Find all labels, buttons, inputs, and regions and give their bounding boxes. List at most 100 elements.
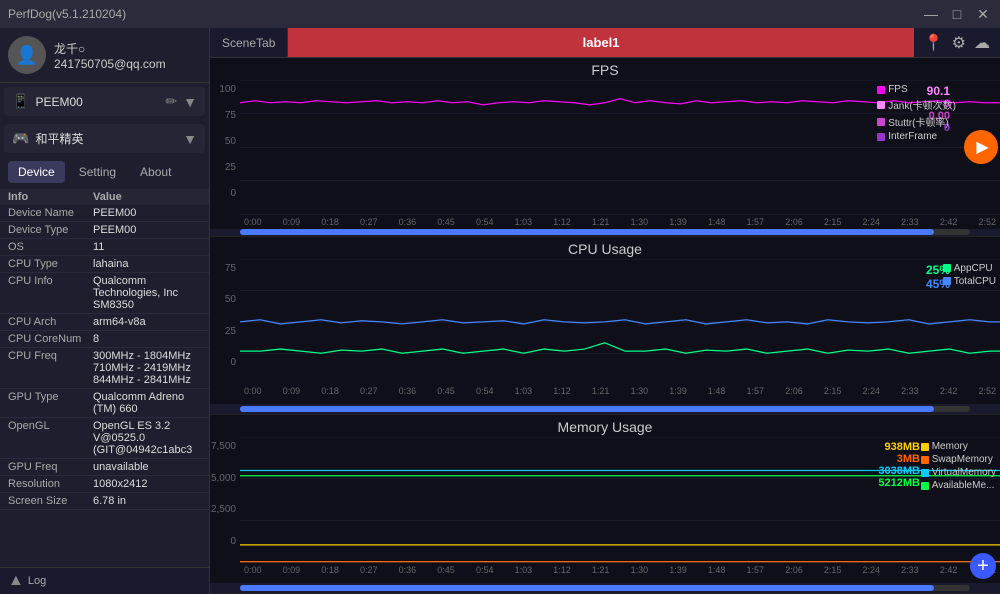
- fps-y-labels: 100 75 50 25 0: [210, 80, 240, 215]
- mem-legend-virtual: VirtualMemory: [921, 467, 996, 478]
- cloud-icon[interactable]: ☁: [974, 33, 990, 53]
- memory-x-labels: 0:000:090:180:270:360:450:541:031:121:21…: [240, 563, 1000, 577]
- device-edit-icon[interactable]: ✏: [165, 93, 177, 110]
- device-label: PEEM00: [35, 95, 159, 109]
- scene-tabbar: SceneTab label1 📍 ⚙ ☁: [210, 28, 1000, 58]
- location-icon[interactable]: 📍: [924, 33, 944, 53]
- game-dropdown-icon[interactable]: ▼: [183, 131, 197, 147]
- memory-canvas: 938MB 3MB 3038MB 5212MB Memory: [240, 437, 1000, 563]
- cpu-legend-total-dot: [943, 277, 951, 285]
- memory-scrollbar[interactable]: [210, 583, 1000, 593]
- value-col-header: Value: [93, 191, 122, 203]
- expand-icon[interactable]: ▲: [8, 572, 24, 590]
- cpu-legend-app-dot: [943, 264, 951, 272]
- device-icon: 📱: [12, 93, 29, 110]
- mem-val1: 938MB: [885, 441, 920, 453]
- titlebar: PerfDog(v5.1.210204) — □ ✕: [0, 0, 1000, 28]
- mem-val4: 5212MB: [878, 477, 920, 489]
- profile-email: 241750705@qq.com: [54, 57, 166, 71]
- log-label: Log: [28, 575, 46, 587]
- memory-y-labels: 7,500 5,000 2,500 0: [210, 437, 240, 563]
- cpu-chart-title: CPU Usage: [210, 237, 1000, 259]
- fps-canvas: ▶ 90.1 0 0,00 0 FP: [240, 80, 1000, 215]
- fps-legend-jank: Jank(卡顿次数): [877, 97, 956, 112]
- info-table: Info Value Device NamePEEM00Device TypeP…: [0, 187, 209, 567]
- titlebar-controls: — □ ✕: [922, 5, 992, 23]
- info-row: Device NamePEEM00: [0, 205, 209, 222]
- device-selector[interactable]: 📱 PEEM00 ✏ ▼: [4, 87, 205, 116]
- info-row: OS11: [0, 239, 209, 256]
- cpu-x-labels: 0:000:090:180:270:360:450:541:031:121:21…: [240, 384, 1000, 398]
- add-chart-button[interactable]: +: [970, 553, 996, 579]
- profile-name: 龙千○: [54, 40, 166, 57]
- info-row: OpenGLOpenGL ES 3.2 V@0525.0 (GIT@04942c…: [0, 418, 209, 459]
- fps-legend: FPS Jank(卡顿次数) Stuttr(卡顿率): [877, 84, 956, 142]
- info-row: CPU Freq300MHz - 1804MHz 710MHz - 2419MH…: [0, 348, 209, 389]
- fps-scrollbar-thumb[interactable]: [240, 229, 934, 235]
- tab-device[interactable]: Device: [8, 161, 65, 183]
- play-icon: ▶: [976, 137, 988, 157]
- main-layout: 👤 龙千○ 241750705@qq.com 📱 PEEM00 ✏ ▼ 🎮 和平…: [0, 28, 1000, 594]
- device-dropdown-icon[interactable]: ▼: [183, 94, 197, 110]
- content-area: SceneTab label1 📍 ⚙ ☁ FPS 100 75 50 25: [210, 28, 1000, 594]
- play-button[interactable]: ▶: [964, 130, 998, 164]
- memory-chart-section: Memory Usage 7,500 5,000 2,500 0: [210, 415, 1000, 594]
- fps-chart-section: FPS 100 75 50 25 0: [210, 58, 1000, 237]
- mem-legend-memory: Memory: [921, 441, 996, 452]
- fps-x-labels: 0:000:090:180:270:360:450:541:031:121:21…: [240, 215, 1000, 229]
- cpu-y-labels: 75 50 25 0: [210, 259, 240, 385]
- mem-legend-available-dot: [921, 482, 929, 490]
- info-row: GPU Frequnavailable: [0, 459, 209, 476]
- memory-current-values: 938MB 3MB 3038MB 5212MB: [878, 441, 920, 489]
- fps-scrollbar[interactable]: [210, 229, 1000, 236]
- cpu-scrollbar-thumb[interactable]: [240, 406, 934, 412]
- fps-x-axis: 0:000:090:180:270:360:450:541:031:121:21…: [210, 215, 1000, 229]
- minimize-button[interactable]: —: [922, 5, 940, 23]
- info-rows: Device NamePEEM00Device TypePEEM00OS11 CP…: [0, 205, 209, 510]
- cpu-chart-area: 75 50 25 0: [210, 259, 1000, 385]
- cpu-svg: [240, 259, 1000, 385]
- maximize-button[interactable]: □: [948, 5, 966, 23]
- memory-scrollbar-track: [240, 585, 970, 591]
- memory-legend: Memory SwapMemory VirtualMemory: [921, 441, 996, 491]
- sidebar: 👤 龙千○ 241750705@qq.com 📱 PEEM00 ✏ ▼ 🎮 和平…: [0, 28, 210, 594]
- settings-icon[interactable]: ⚙: [952, 33, 966, 53]
- game-icon: 🎮: [12, 130, 29, 147]
- cpu-legend: AppCPU TotalCPU: [943, 263, 996, 287]
- fps-legend-jank-dot: [877, 101, 885, 109]
- mem-legend-swap-dot: [921, 456, 929, 464]
- fps-legend-interframe-dot: [877, 133, 885, 141]
- memory-x-axis: 0:000:090:180:270:360:450:541:031:121:21…: [210, 563, 1000, 583]
- info-row: Resolution1080x2412: [0, 476, 209, 493]
- info-row: CPU InfoQualcomm Technologies, Inc SM835…: [0, 273, 209, 314]
- info-row: CPU Archarm64-v8a: [0, 314, 209, 331]
- app-title: PerfDog(v5.1.210204): [8, 7, 126, 21]
- cpu-legend-app: AppCPU: [943, 263, 996, 274]
- fps-legend-fps: FPS: [877, 84, 956, 95]
- mem-legend-swap: SwapMemory: [921, 454, 996, 465]
- profile-section: 👤 龙千○ 241750705@qq.com: [0, 28, 209, 83]
- cpu-canvas: 25% 45% AppCPU TotalCPU: [240, 259, 1000, 385]
- game-selector[interactable]: 🎮 和平精英 ▼: [4, 124, 205, 153]
- cpu-x-axis: 0:000:090:180:270:360:450:541:031:121:21…: [210, 384, 1000, 404]
- info-row: Screen Size6.78 in: [0, 493, 209, 510]
- close-button[interactable]: ✕: [974, 5, 992, 23]
- mem-val2: 3MB: [897, 453, 920, 465]
- fps-legend-fps-dot: [877, 86, 885, 94]
- fps-chart-title: FPS: [210, 58, 1000, 80]
- cpu-scrollbar[interactable]: [210, 404, 1000, 414]
- tab-about[interactable]: About: [130, 161, 181, 183]
- charts-container: FPS 100 75 50 25 0: [210, 58, 1000, 594]
- sidebar-tabs: Device Setting About: [0, 157, 209, 187]
- fps-scrollbar-track: [240, 229, 970, 235]
- avatar: 👤: [8, 36, 46, 74]
- fps-chart-area: 100 75 50 25 0: [210, 80, 1000, 215]
- memory-scrollbar-thumb[interactable]: [240, 585, 934, 591]
- info-row: Device TypePEEM00: [0, 222, 209, 239]
- mem-legend-available: AvailableMe...: [921, 480, 996, 491]
- info-header: Info Value: [0, 189, 209, 205]
- tab-setting[interactable]: Setting: [69, 161, 126, 183]
- scene-tab-active[interactable]: label1: [288, 28, 913, 57]
- cpu-legend-total: TotalCPU: [943, 276, 996, 287]
- fps-legend-stutt-dot: [877, 118, 885, 126]
